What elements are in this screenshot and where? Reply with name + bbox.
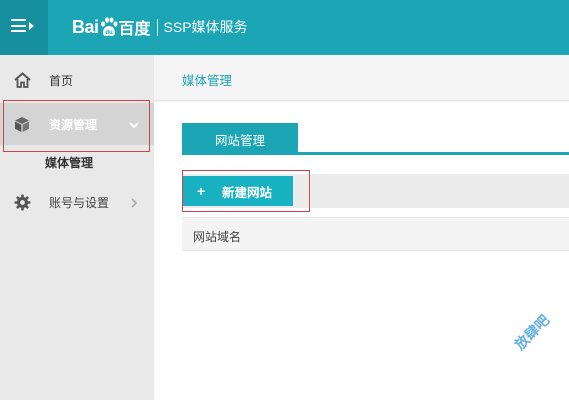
sidebar-item-home[interactable]: 首页 [0,59,154,101]
sidebar-item-account-settings[interactable]: 账号与设置 [0,181,154,223]
sidebar-subitem-media-management[interactable]: 媒体管理 [0,150,154,176]
tab-bar: 网站管理 [182,123,569,155]
column-header-domain[interactable]: 网站域名 [193,228,241,245]
sidebar-item-label: 首页 [49,73,74,88]
sidebar-item-label: 账号与设置 [49,195,110,210]
logo-text-chinese: 百度 [118,21,151,38]
content-area: 网站管理 + 新建网站 网站域名 [154,102,569,400]
paw-icon: du [100,17,118,37]
service-name: SSP媒体服务 [163,19,248,35]
sidebar-subitem-label: 媒体管理 [45,156,94,170]
logo-divider [156,18,158,36]
top-header: Bai du 百度 SSP媒体服务 [0,0,569,55]
main-panel: 媒体管理 网站管理 + 新建网站 网站域名 [154,55,569,400]
page-title: 媒体管理 [182,74,233,88]
hamburger-icon [11,19,26,32]
highlight-box-new-button [182,170,310,212]
home-icon [13,71,31,89]
gear-icon [13,193,31,211]
logo-text-bai: Bai [72,16,99,37]
svg-text:du: du [105,30,113,36]
page-header: 媒体管理 [154,55,569,101]
table-header: 网站域名 [182,217,569,251]
highlight-box-resource-menu [3,100,150,152]
menu-toggle-button[interactable] [0,0,48,55]
caret-right-icon [29,22,34,30]
chevron-right-icon [128,196,140,208]
tab-website-management[interactable]: 网站管理 [182,123,298,155]
brand-logo[interactable]: Bai du 百度 SSP媒体服务 [72,13,248,41]
